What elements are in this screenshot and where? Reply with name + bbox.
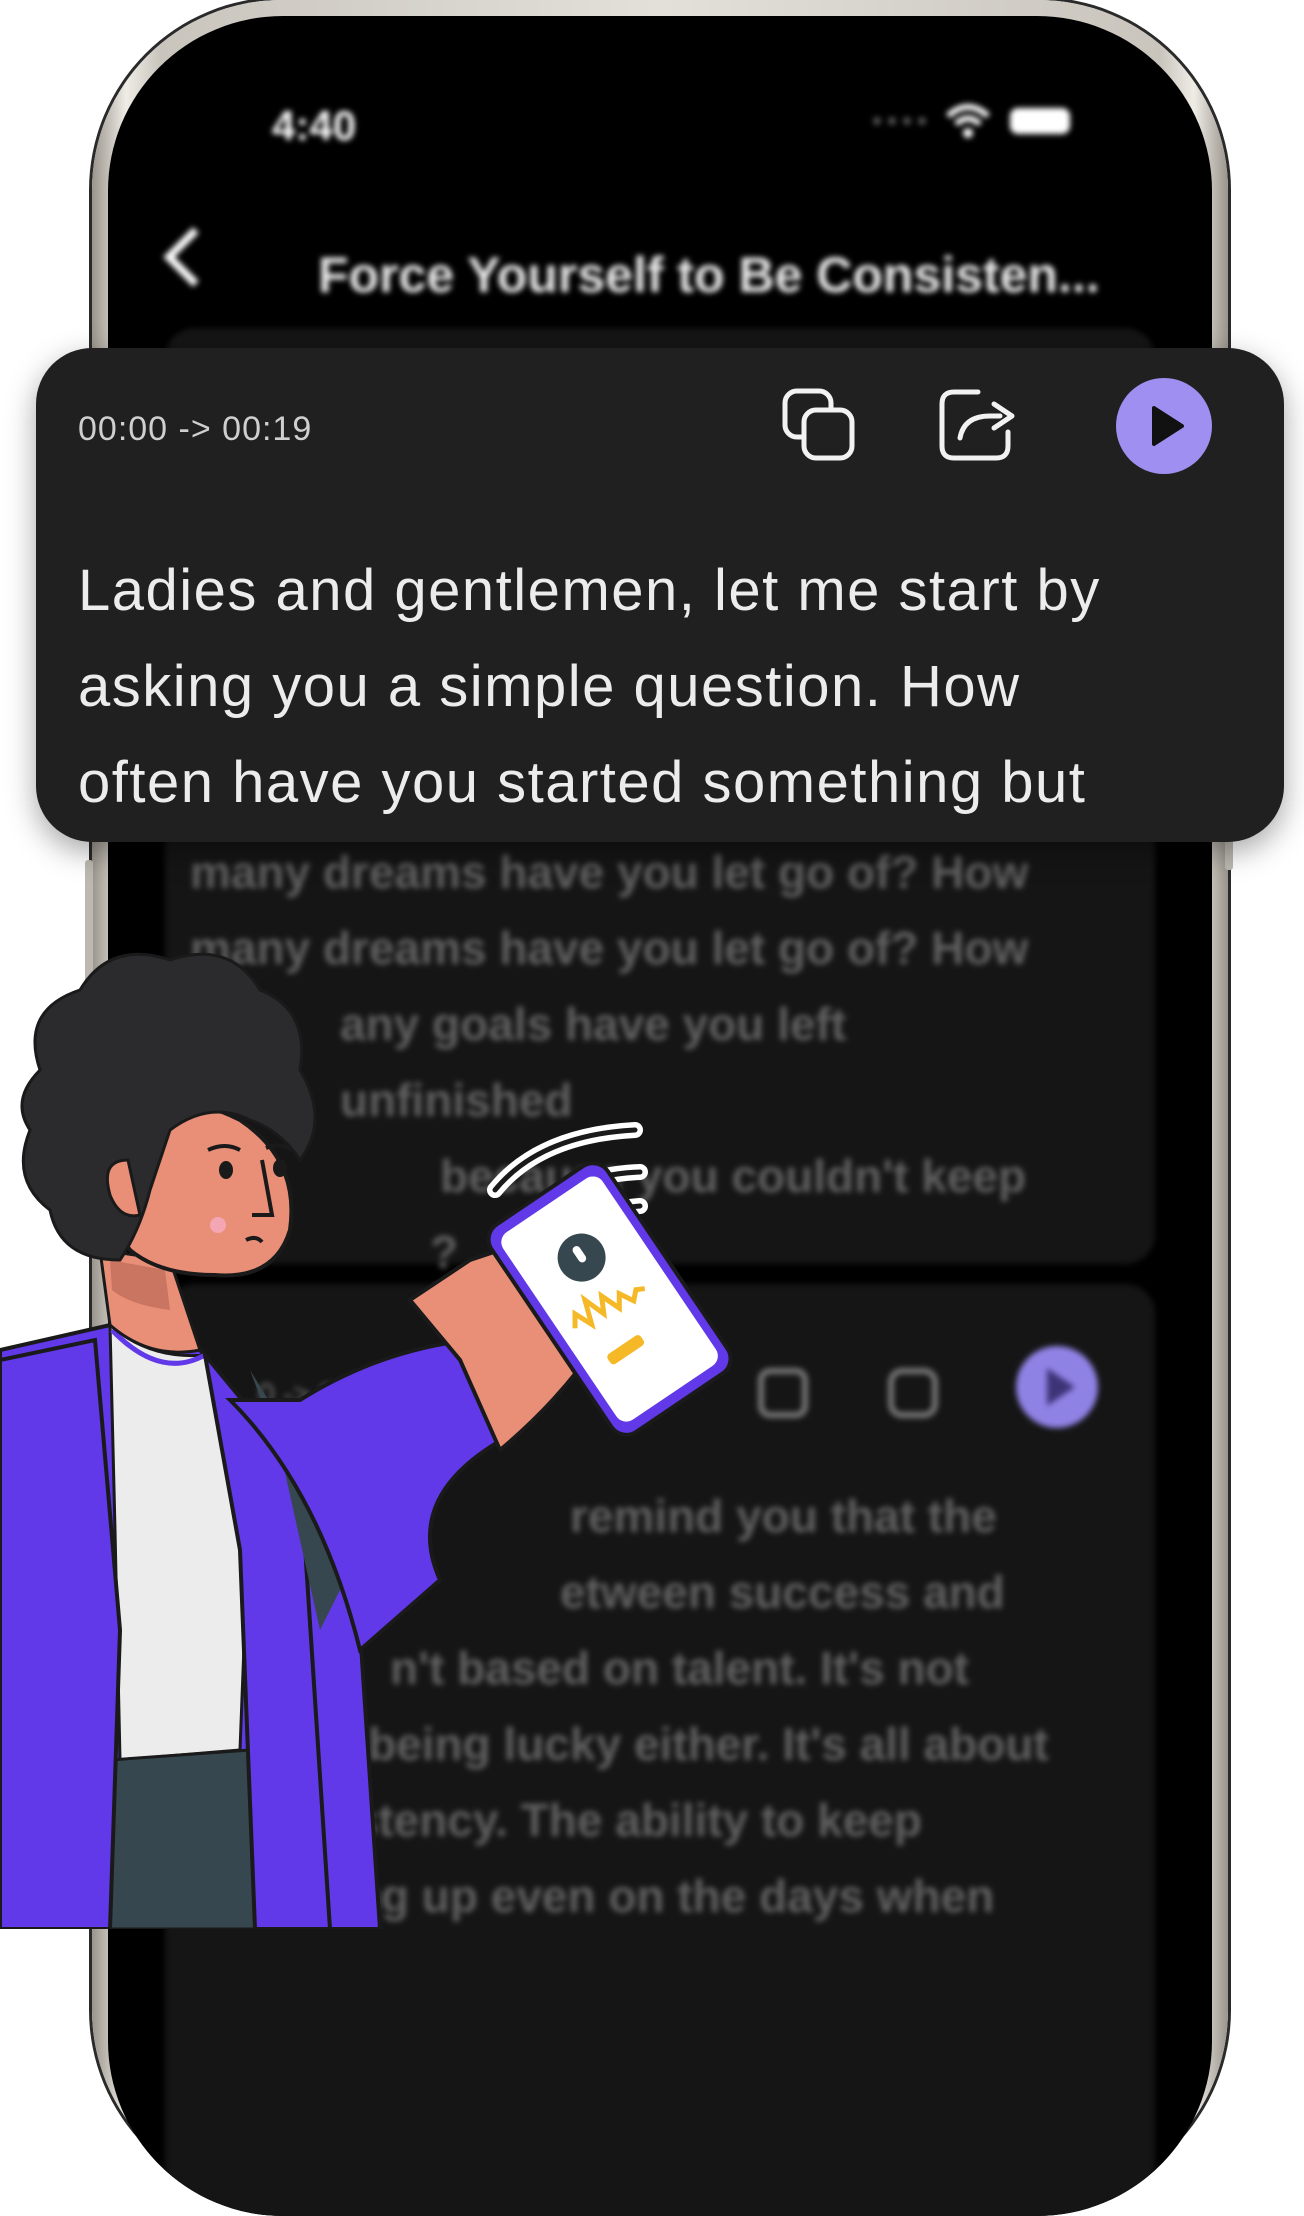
- battery-icon: [1010, 108, 1070, 134]
- copy-icon[interactable]: [758, 1368, 808, 1418]
- play-button[interactable]: [1016, 1346, 1098, 1428]
- highlighted-segment-card: 00:00 -> 00:19 Ladies and gentlemen, let…: [36, 348, 1284, 842]
- status-icons: [873, 104, 1070, 138]
- text-line: many dreams have you let go of? How: [190, 846, 1029, 898]
- copy-icon[interactable]: [782, 388, 856, 462]
- segment-transcript: Ladies and gentlemen, let me start by as…: [78, 558, 1101, 815]
- status-time: 4:40: [272, 102, 357, 149]
- play-button[interactable]: [1116, 378, 1212, 474]
- signal-icon: [873, 117, 926, 125]
- page-title: Force Yourself to Be Consisten...: [318, 247, 1100, 303]
- dynamic-island: [494, 64, 820, 160]
- woman-with-phone-illustration: [0, 952, 733, 1929]
- share-icon[interactable]: [888, 1368, 938, 1418]
- play-icon: [1152, 406, 1184, 446]
- chevron-left-icon[interactable]: [163, 227, 223, 287]
- segment-time: 00:00 -> 00:19: [78, 410, 313, 448]
- wifi-icon: [946, 104, 990, 138]
- share-icon[interactable]: [938, 388, 1018, 462]
